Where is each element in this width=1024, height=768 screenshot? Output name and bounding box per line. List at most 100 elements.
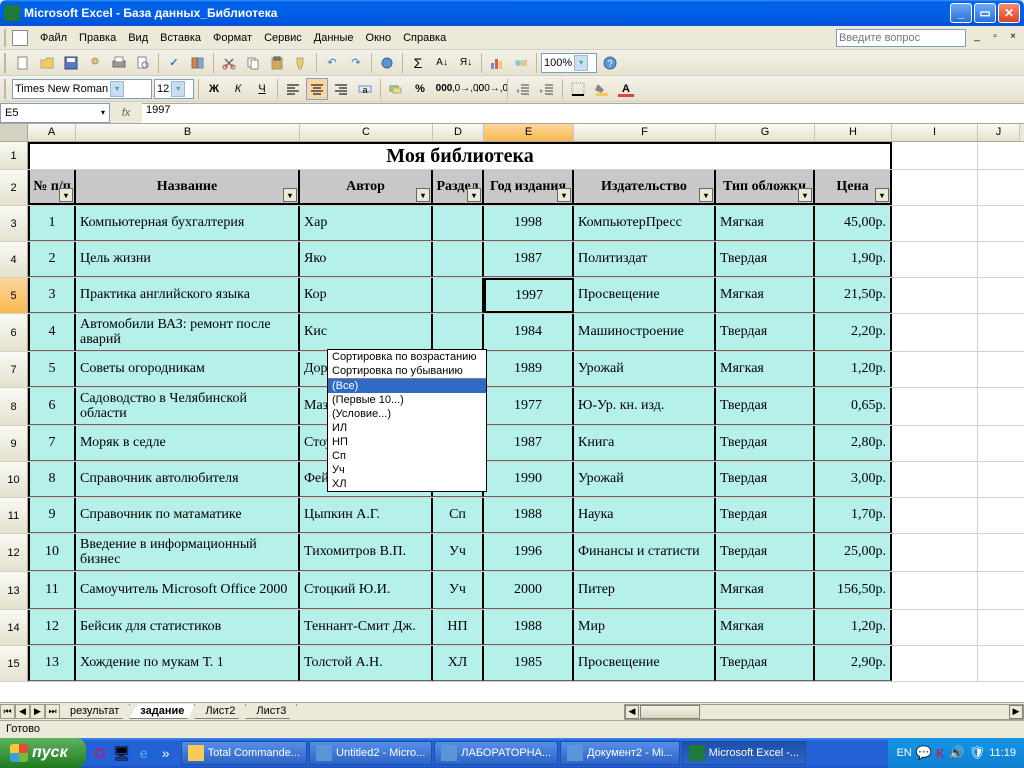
cell-publisher[interactable]: Политиздат bbox=[574, 242, 716, 277]
cell-cover[interactable]: Твердая bbox=[716, 426, 815, 461]
cut-button[interactable] bbox=[218, 52, 240, 74]
borders-button[interactable] bbox=[567, 78, 589, 100]
drawing-button[interactable] bbox=[510, 52, 532, 74]
cell-price[interactable]: 156,50р. bbox=[815, 572, 892, 609]
font-name-combo[interactable]: Times New Roman▾ bbox=[12, 79, 152, 99]
cell-year[interactable]: 1998 bbox=[484, 206, 574, 241]
menu-help[interactable]: Справка bbox=[397, 30, 452, 46]
cell[interactable] bbox=[892, 572, 978, 609]
cell-title[interactable]: Самоучитель Microsoft Office 2000 bbox=[76, 572, 300, 609]
cell-year[interactable]: 1990 bbox=[484, 462, 574, 497]
chevron-icon[interactable]: » bbox=[156, 743, 176, 763]
menu-data[interactable]: Данные bbox=[308, 30, 360, 46]
cell-num[interactable]: 4 bbox=[28, 314, 76, 351]
row-header[interactable]: 14 bbox=[0, 610, 28, 645]
start-button[interactable]: пуск bbox=[0, 738, 86, 768]
name-box[interactable]: E5▾ bbox=[0, 103, 110, 123]
row-header[interactable]: 2 bbox=[0, 170, 28, 205]
cell-num[interactable]: 2 bbox=[28, 242, 76, 277]
cell-price[interactable]: 25,00р. bbox=[815, 534, 892, 571]
sheet-tab[interactable]: результат bbox=[59, 704, 130, 719]
cell-section[interactable]: НП bbox=[433, 610, 484, 645]
cell-author[interactable]: Кис bbox=[300, 314, 433, 351]
cell-price[interactable]: 3,00р. bbox=[815, 462, 892, 497]
cell-year[interactable]: 1977 bbox=[484, 388, 574, 425]
cell-cover[interactable]: Твердая bbox=[716, 534, 815, 571]
col-header-j[interactable]: J bbox=[978, 124, 1020, 141]
menu-format[interactable]: Формат bbox=[207, 30, 258, 46]
cell-section[interactable]: Уч bbox=[433, 534, 484, 571]
scroll-right-button[interactable]: ▶ bbox=[1009, 705, 1023, 719]
cell-year[interactable]: 1997 bbox=[484, 278, 574, 313]
cell-num[interactable]: 6 bbox=[28, 388, 76, 425]
cell-year[interactable]: 1989 bbox=[484, 352, 574, 387]
cell-publisher[interactable]: Ю-Ур. кн. изд. bbox=[574, 388, 716, 425]
question-box[interactable] bbox=[836, 29, 966, 47]
task-button[interactable]: Total Commande... bbox=[181, 741, 307, 765]
filter-button[interactable]: ▾ bbox=[798, 188, 812, 202]
cell-title[interactable]: Цель жизни bbox=[76, 242, 300, 277]
percent-button[interactable]: % bbox=[409, 78, 431, 100]
zoom-combo[interactable]: 100%▾ bbox=[541, 53, 597, 73]
filter-option[interactable]: ИЛ bbox=[328, 421, 486, 435]
filter-option[interactable]: НП bbox=[328, 435, 486, 449]
row-header[interactable]: 4 bbox=[0, 242, 28, 277]
tab-nav-first[interactable]: ⏮ bbox=[0, 704, 15, 719]
cell-title[interactable]: Практика английского языка bbox=[76, 278, 300, 313]
system-tray[interactable]: EN 💬 K 🔊 🛡 11:19 bbox=[888, 738, 1024, 768]
task-button[interactable]: Документ2 - Mi... bbox=[560, 741, 679, 765]
tray-icon[interactable]: K bbox=[936, 746, 945, 761]
cell-author[interactable]: Цыпкин А.Г. bbox=[300, 498, 433, 533]
cell-price[interactable]: 1,20р. bbox=[815, 352, 892, 387]
decrease-decimal-button[interactable]: ,00→,0 bbox=[481, 78, 503, 100]
row-header[interactable]: 7 bbox=[0, 352, 28, 387]
col-header-g[interactable]: G bbox=[716, 124, 815, 141]
cell-price[interactable]: 21,50р. bbox=[815, 278, 892, 313]
cell-title[interactable]: Моряк в седле bbox=[76, 426, 300, 461]
cell-title[interactable]: Садоводство в Челябинской области bbox=[76, 388, 300, 425]
cell-num[interactable]: 9 bbox=[28, 498, 76, 533]
clock[interactable]: 11:19 bbox=[989, 747, 1016, 759]
cell-cover[interactable]: Твердая bbox=[716, 388, 815, 425]
cell-cover[interactable]: Мягкая bbox=[716, 610, 815, 645]
cell-price[interactable]: 1,90р. bbox=[815, 242, 892, 277]
cell[interactable] bbox=[892, 142, 978, 169]
format-painter-button[interactable] bbox=[290, 52, 312, 74]
menu-window[interactable]: Окно bbox=[360, 30, 398, 46]
formula-input[interactable]: 1997 bbox=[142, 103, 1024, 123]
row-header[interactable]: 12 bbox=[0, 534, 28, 571]
cell-publisher[interactable]: Урожай bbox=[574, 352, 716, 387]
row-header[interactable]: 9 bbox=[0, 426, 28, 461]
cell[interactable] bbox=[892, 462, 978, 497]
language-indicator[interactable]: EN bbox=[896, 747, 911, 759]
maximize-button[interactable]: ▭ bbox=[974, 3, 996, 23]
cell-author[interactable]: Тихомитров В.П. bbox=[300, 534, 433, 571]
filter-option[interactable]: ХЛ bbox=[328, 477, 486, 491]
col-header-i[interactable]: I bbox=[892, 124, 978, 141]
align-center-button[interactable] bbox=[306, 78, 328, 100]
cell-author[interactable]: Кор bbox=[300, 278, 433, 313]
row-header[interactable]: 1 bbox=[0, 142, 28, 169]
grip-handle-icon[interactable] bbox=[4, 53, 8, 73]
cell-author[interactable]: Яко bbox=[300, 242, 433, 277]
cell-cover[interactable]: Твердая bbox=[716, 242, 815, 277]
paste-button[interactable] bbox=[266, 52, 288, 74]
select-all-corner[interactable] bbox=[0, 124, 28, 141]
cell-price[interactable]: 2,90р. bbox=[815, 646, 892, 681]
col-header-f[interactable]: F bbox=[574, 124, 716, 141]
row-header[interactable]: 3 bbox=[0, 206, 28, 241]
menu-edit[interactable]: Правка bbox=[73, 30, 122, 46]
filter-option[interactable]: Сп bbox=[328, 449, 486, 463]
table-header[interactable]: Цена▾ bbox=[815, 170, 892, 205]
filter-custom-item[interactable]: (Условие...) bbox=[328, 407, 486, 421]
cell-cover[interactable]: Твердая bbox=[716, 314, 815, 351]
cell-cover[interactable]: Мягкая bbox=[716, 206, 815, 241]
row-header[interactable]: 8 bbox=[0, 388, 28, 425]
fill-color-button[interactable] bbox=[591, 78, 613, 100]
cell[interactable] bbox=[892, 426, 978, 461]
cell[interactable] bbox=[892, 646, 978, 681]
open-button[interactable] bbox=[36, 52, 58, 74]
tray-icon[interactable]: 🔊 bbox=[949, 745, 965, 761]
cell[interactable] bbox=[892, 278, 978, 313]
cell-section[interactable]: ХЛ bbox=[433, 646, 484, 681]
